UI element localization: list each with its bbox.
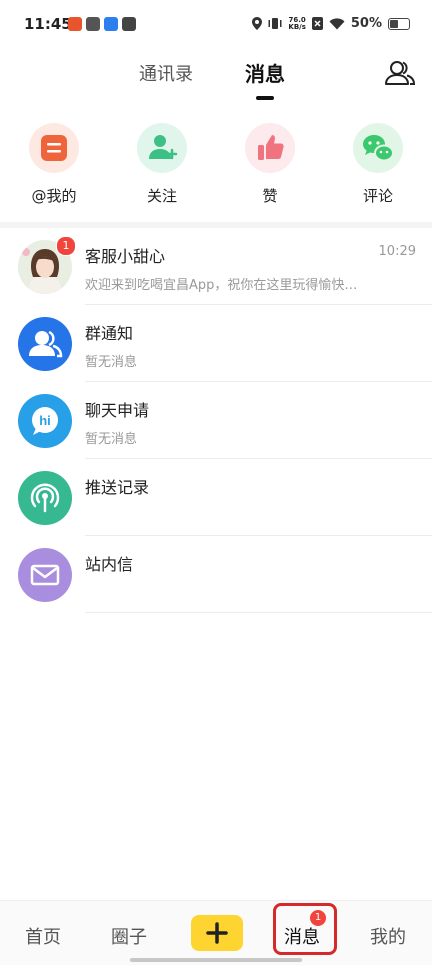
row-divider: [85, 612, 432, 613]
item-preview: 暂无消息: [85, 432, 138, 447]
chat-hi-icon: hi: [32, 407, 58, 435]
item-title: 站内信: [85, 555, 134, 574]
item-title: 推送记录: [85, 478, 150, 497]
item-title: 客服小甜心: [85, 247, 166, 266]
unread-badge: 1: [56, 236, 76, 256]
list-item[interactable]: 站内信: [0, 536, 432, 613]
tab-contacts[interactable]: 通讯录: [139, 60, 193, 86]
location-icon: [252, 17, 263, 30]
item-preview: 欢迎来到吃喝宜昌App，祝你在这里玩得愉快…: [85, 278, 358, 293]
envelope-icon: [30, 564, 60, 586]
avatar: hi: [18, 394, 72, 448]
category-label: 评论: [362, 187, 393, 205]
user-plus-icon: [149, 135, 178, 160]
avatar: [18, 317, 72, 371]
nav-profile[interactable]: 我的: [370, 923, 406, 949]
category-likes[interactable]: 赞: [230, 118, 310, 206]
net-speed: 76.0 KB/s: [288, 16, 306, 31]
broadcast-icon: [18, 471, 72, 525]
sim-off-icon: [311, 17, 323, 30]
category-row: @我的 关注 赞 评论: [0, 118, 432, 218]
battery-icon: [388, 17, 410, 30]
status-right: 76.0 KB/s 50%: [252, 16, 410, 31]
status-time: 11:45: [24, 15, 72, 33]
list-item[interactable]: hi 聊天申请 暂无消息: [0, 382, 432, 459]
item-preview: 暂无消息: [85, 355, 138, 370]
people-icon: [385, 61, 416, 85]
svg-text:hi: hi: [39, 413, 51, 428]
nav-messages[interactable]: 消息: [284, 923, 320, 949]
category-label: 关注: [146, 187, 177, 205]
category-comments[interactable]: 评论: [338, 118, 418, 206]
tab-indicator: [256, 96, 274, 100]
app-notification-icon: [122, 17, 136, 31]
list-item[interactable]: 1 客服小甜心 10:29 欢迎来到吃喝宜昌App，祝你在这里玩得愉快…: [0, 228, 432, 305]
category-follow[interactable]: 关注: [122, 118, 202, 206]
message-square-icon: [41, 135, 67, 161]
nav-unread-badge: 1: [310, 910, 326, 926]
app-notification-icon: [68, 17, 82, 31]
category-label: 赞: [262, 187, 278, 205]
group-icon: [18, 317, 72, 371]
app-notification-icon: [86, 17, 100, 31]
status-app-icons: [68, 17, 136, 31]
item-title: 聊天申请: [85, 401, 150, 420]
category-mentions-bubble: [29, 123, 79, 173]
mail-icon: [18, 548, 72, 602]
category-comments-bubble: [353, 123, 403, 173]
list-item[interactable]: 群通知 暂无消息: [0, 305, 432, 382]
group-people-icon: [29, 330, 63, 358]
avatar: 1: [18, 236, 76, 294]
header: 通讯录 消息: [0, 50, 432, 105]
category-label: @我的: [31, 187, 77, 205]
chat-bubbles-icon: [363, 135, 394, 162]
avatar: [18, 548, 72, 602]
item-time: 10:29: [378, 244, 416, 259]
thumbs-up-icon: [258, 135, 284, 160]
nav-circle[interactable]: 圈子: [111, 923, 147, 949]
category-mentions[interactable]: @我的: [14, 118, 94, 206]
message-list: 1 客服小甜心 10:29 欢迎来到吃喝宜昌App，祝你在这里玩得愉快… 群通知…: [0, 228, 432, 613]
category-follow-bubble: [137, 123, 187, 173]
wifi-icon: [329, 17, 345, 29]
battery-percent: 50%: [350, 16, 382, 31]
home-indicator[interactable]: [130, 958, 302, 962]
bottom-nav: 首页 圈子 消息 1 我的: [0, 900, 432, 965]
status-bar: 11:45 76.0 KB/s 50%: [0, 0, 432, 50]
contacts-button[interactable]: [384, 58, 416, 88]
hi-bubble-icon: hi: [18, 394, 72, 448]
app-notification-icon: [104, 17, 118, 31]
tab-messages[interactable]: 消息: [245, 58, 285, 87]
category-likes-bubble: [245, 123, 295, 173]
signal-tower-icon: [30, 483, 60, 513]
net-speed-unit: KB/s: [288, 22, 306, 31]
nav-home[interactable]: 首页: [25, 923, 61, 949]
post-button[interactable]: [191, 915, 243, 951]
vibrate-icon: [268, 18, 282, 29]
avatar: [18, 471, 72, 525]
list-item[interactable]: 推送记录: [0, 459, 432, 536]
plus-icon: [206, 922, 228, 944]
item-title: 群通知: [85, 324, 134, 343]
